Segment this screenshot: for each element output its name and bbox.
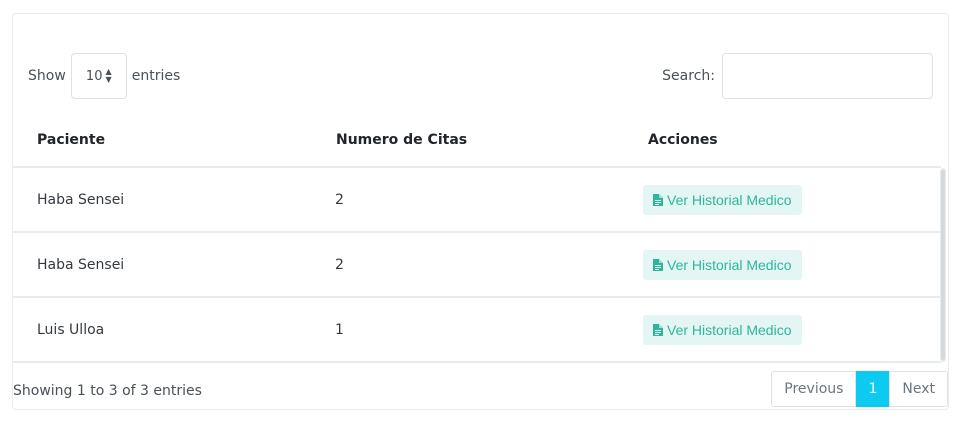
file-text-icon (653, 193, 663, 206)
ver-historial-label: Ver Historial Medico (667, 191, 792, 208)
acciones-cell: Ver Historial Medico (643, 184, 941, 215)
ver-historial-label: Ver Historial Medico (667, 256, 792, 273)
search-control: Search: (662, 53, 933, 99)
file-text-icon (653, 258, 663, 271)
pagination: Previous 1 Next (771, 371, 948, 407)
paciente-cell: Luis Ulloa (37, 321, 105, 338)
page-1-button[interactable]: 1 (856, 371, 890, 407)
acciones-cell: Ver Historial Medico (643, 249, 941, 280)
citas-cell: 2 (335, 256, 344, 273)
show-label: Show (28, 68, 66, 84)
acciones-cell: Ver Historial Medico (643, 314, 941, 345)
next-page-button[interactable]: Next (889, 371, 948, 407)
scrollbar-thumb[interactable] (941, 170, 945, 360)
citas-cell: 2 (335, 191, 344, 208)
citas-cell: 1 (335, 321, 344, 338)
entries-per-page-select[interactable]: 10 ▲ ▼ (70, 53, 127, 99)
table-scrollbar[interactable] (940, 168, 946, 362)
patients-table: Paciente Numero de Citas Acciones Haba S… (13, 113, 941, 363)
entries-label: entries (131, 68, 181, 84)
paciente-cell: Haba Sensei (37, 256, 125, 273)
file-text-icon (653, 323, 663, 336)
ver-historial-button[interactable]: Ver Historial Medico (643, 249, 802, 280)
header-paciente[interactable]: Paciente (13, 132, 335, 148)
paciente-cell: Haba Sensei (37, 191, 125, 208)
table-row: Haba Sensei 2 Ver Historial Medico (13, 233, 941, 298)
entries-per-page-value: 10 (85, 68, 103, 84)
search-label: Search: (662, 68, 715, 84)
table-row: Luis Ulloa 1 Ver Historial Medico (13, 298, 941, 363)
table-header: Paciente Numero de Citas Acciones (13, 113, 941, 168)
ver-historial-button[interactable]: Ver Historial Medico (643, 184, 802, 215)
previous-page-button[interactable]: Previous (771, 371, 857, 407)
entries-length-control: Show 10 ▲ ▼ entries (28, 53, 180, 99)
header-acciones: Acciones (648, 131, 718, 148)
table-info: Showing 1 to 3 of 3 entries (13, 383, 202, 399)
select-arrows-icon: ▲ ▼ (105, 67, 112, 84)
search-input[interactable] (722, 53, 933, 99)
header-numero-citas[interactable]: Numero de Citas (335, 132, 643, 148)
ver-historial-label: Ver Historial Medico (667, 321, 792, 338)
ver-historial-button[interactable]: Ver Historial Medico (643, 314, 802, 345)
table-row: Haba Sensei 2 Ver Historial Medico (13, 168, 941, 233)
